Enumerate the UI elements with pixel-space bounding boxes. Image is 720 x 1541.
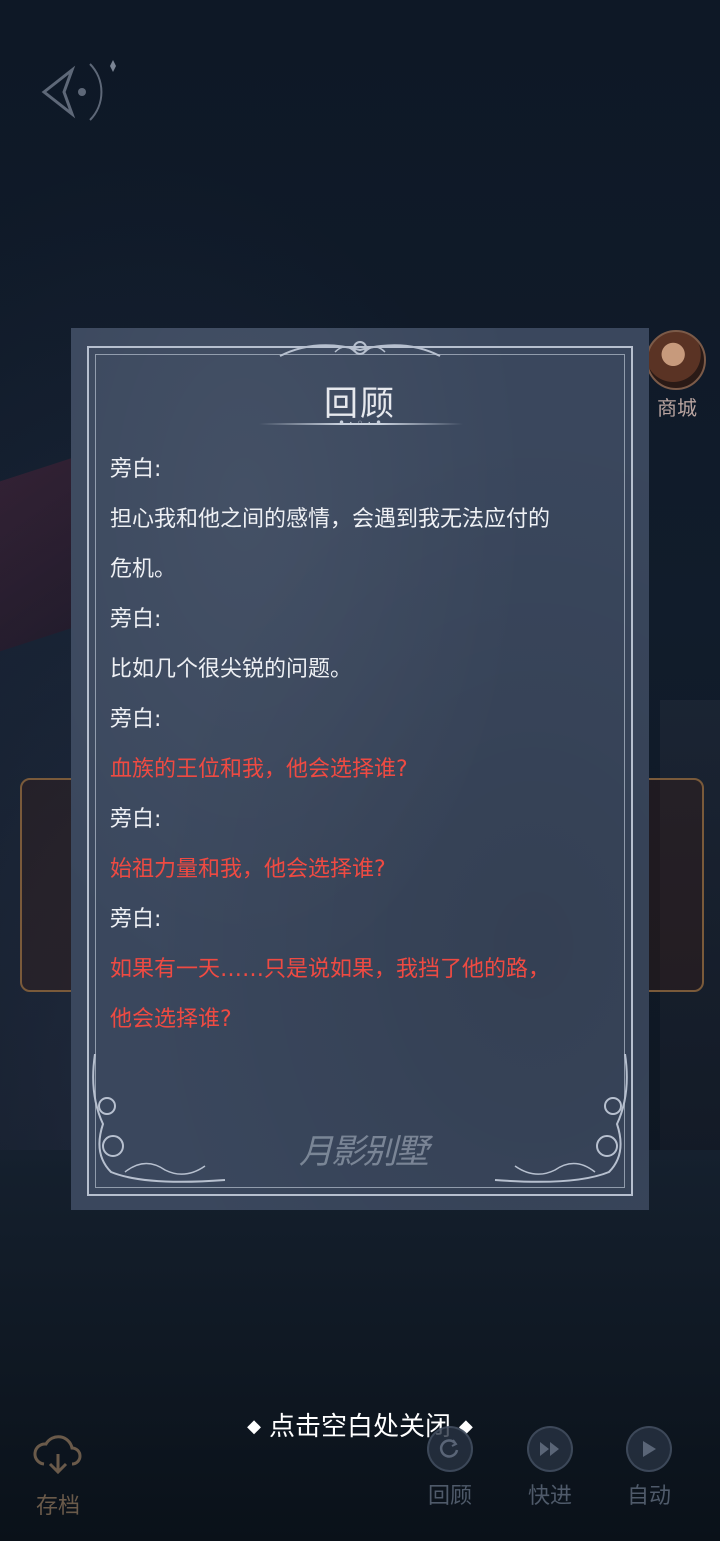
review-button[interactable]: 回顾: [410, 1426, 490, 1510]
title-divider-ornament: • · ◦ · •: [337, 416, 383, 430]
review-panel: 回顾 • · ◦ · • 旁白: 担心我和他之间的感情，会遇到我无法应付的 危机…: [71, 328, 649, 1210]
fast-forward-label: 快进: [527, 1484, 572, 1509]
review-log[interactable]: 旁白: 担心我和他之间的感情，会遇到我无法应付的 危机。 旁白: 比如几个很尖锐…: [110, 445, 620, 1045]
review-icon: [427, 1426, 473, 1472]
back-button[interactable]: [22, 56, 126, 128]
auto-button[interactable]: 自动: [609, 1426, 689, 1510]
watermark-logo: 月影别墅: [299, 1132, 429, 1172]
log-line-highlight: 他会选择谁?: [110, 1007, 232, 1032]
log-line: 旁白:: [110, 457, 162, 482]
log-line: 担心我和他之间的感情，会遇到我无法应付的: [110, 507, 551, 532]
log-line: 比如几个很尖锐的问题。: [110, 657, 353, 682]
shop-label: 商城: [657, 396, 697, 420]
cloud-save-icon: [33, 1435, 82, 1475]
fast-forward-icon: [527, 1426, 573, 1472]
log-line-highlight: 如果有一天……只是说如果，我挡了他的路，: [110, 957, 551, 982]
diamond-icon: ◆: [247, 1416, 261, 1437]
log-line-highlight: 血族的王位和我，他会选择谁?: [110, 757, 408, 782]
log-line: 旁白:: [110, 707, 162, 732]
back-icon: [41, 60, 116, 121]
review-label: 回顾: [427, 1484, 472, 1509]
shop-avatar: [646, 330, 706, 390]
bottom-right-ornament-icon: [494, 1054, 628, 1183]
play-icon: [626, 1426, 672, 1472]
shop-button[interactable]: 商城: [646, 330, 708, 421]
log-line: 旁白:: [110, 807, 162, 832]
fast-forward-button[interactable]: 快进: [510, 1426, 590, 1510]
bottom-left-ornament-icon: [92, 1054, 226, 1183]
auto-label: 自动: [626, 1484, 671, 1509]
save-label: 存档: [35, 1494, 80, 1519]
log-line-highlight: 始祖力量和我，他会选择谁?: [110, 857, 386, 882]
save-button[interactable]: 存档: [18, 1430, 98, 1520]
log-line: 危机。: [110, 557, 177, 582]
log-line: 旁白:: [110, 907, 162, 932]
log-line: 旁白:: [110, 607, 162, 632]
top-ornament-icon: [279, 341, 441, 357]
